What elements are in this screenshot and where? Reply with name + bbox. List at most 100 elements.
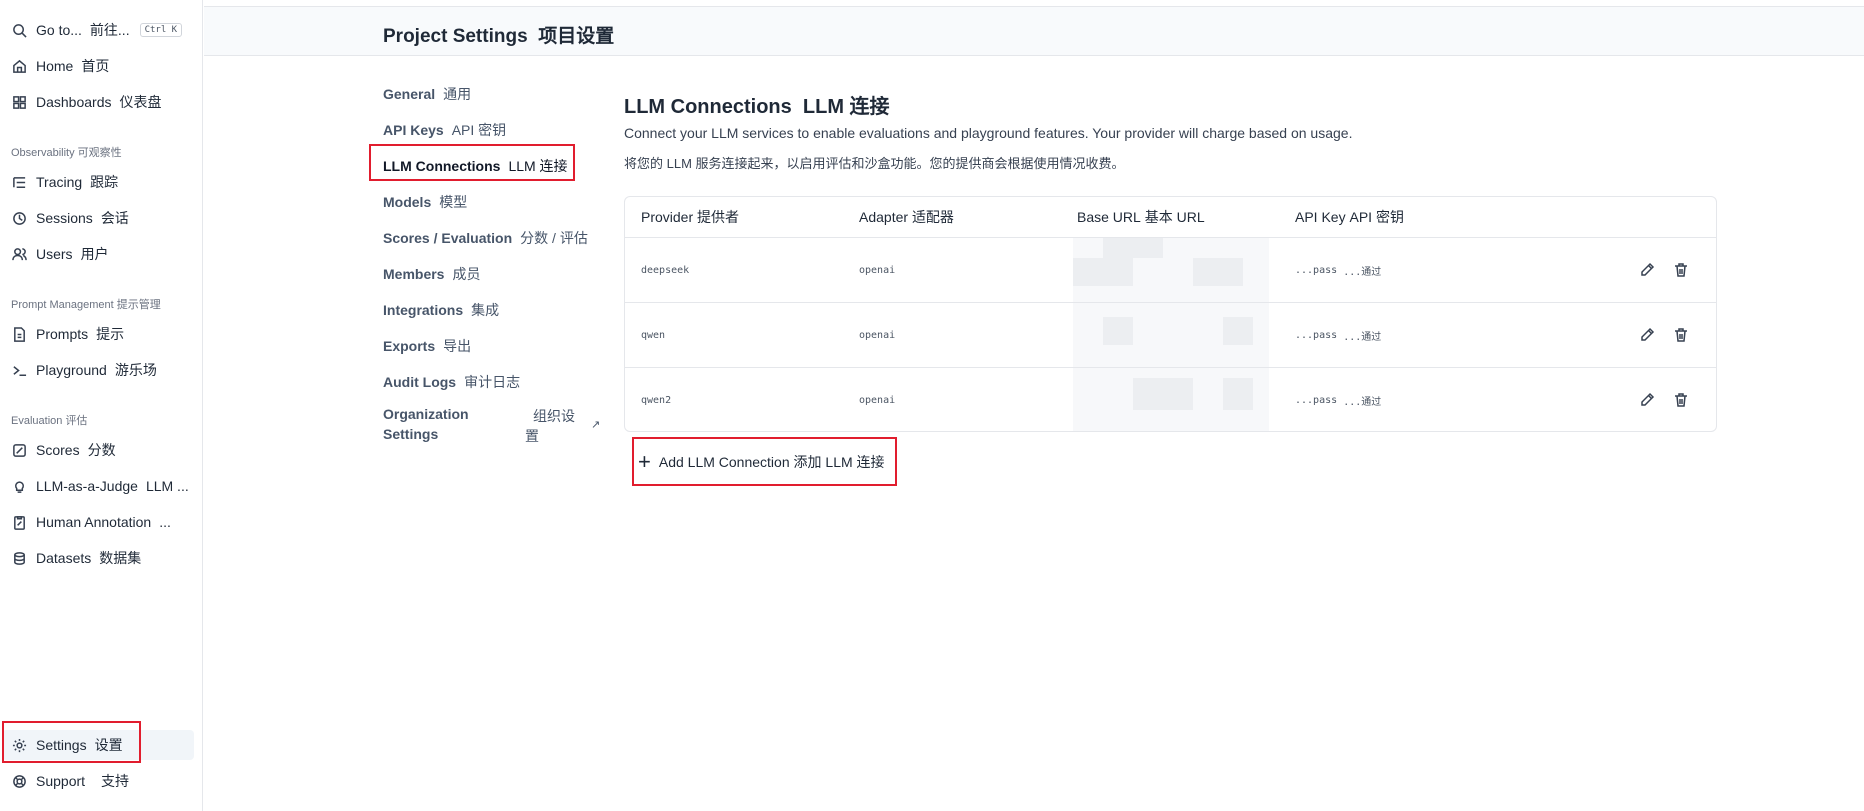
trash-icon xyxy=(1675,263,1687,277)
sidebar-item-sessions[interactable]: Sessions 会话 xyxy=(2,203,194,233)
sidebar-item-label: Dashboards xyxy=(36,94,112,110)
sidebar-item-label-zh: LLM ... xyxy=(145,478,189,494)
sidebar-item-home[interactable]: Home 首页 xyxy=(2,51,194,81)
sidebar-goto[interactable]: Go to... 前往... Ctrl K xyxy=(2,15,194,45)
gear-icon xyxy=(11,737,27,753)
sidebar-item-label: Playground xyxy=(36,362,107,378)
dashboard-grid-icon xyxy=(11,94,27,110)
delete-button[interactable] xyxy=(1670,389,1692,411)
column-header-base-url: Base URL 基本 URL xyxy=(1077,209,1205,225)
settings-nav-general[interactable]: General 通用 xyxy=(383,84,471,104)
settings-nav-scores[interactable]: Scores / Evaluation 分数 / 评估 xyxy=(383,228,588,248)
base-url-redacted xyxy=(1073,238,1269,302)
settings-nav-models[interactable]: Models 模型 xyxy=(383,192,467,212)
page-header: Project Settings 项目设置 xyxy=(204,6,1864,56)
sidebar-goto-label: Go to... xyxy=(36,22,82,38)
table-row: deepseek openai ...pass ...通过 xyxy=(625,237,1716,302)
sidebar-item-label: Settings xyxy=(36,737,87,753)
section-description-zh: 将您的 LLM 服务连接起来，以启用评估和沙盒功能。您的提供商会根据使用情况收费… xyxy=(624,156,1125,171)
file-text-icon xyxy=(11,326,27,342)
api-key-cell: ...pass ...通过 xyxy=(1295,329,1382,343)
pencil-icon xyxy=(1641,392,1655,406)
pencil-icon xyxy=(1641,327,1655,341)
sidebar: Go to... 前往... Ctrl K Home 首页 Dashboards… xyxy=(0,0,203,811)
sidebar-item-label-zh: 设置 xyxy=(94,737,123,753)
add-button-label-zh: 添加 LLM 连接 xyxy=(793,454,885,470)
org-label-line2: Settings xyxy=(383,426,439,442)
sidebar-item-label-zh: 提示 xyxy=(96,326,125,342)
settings-nav-llm-connections[interactable]: LLM Connections LLM 连接 xyxy=(383,156,568,176)
edit-button[interactable] xyxy=(1636,389,1658,411)
settings-nav-audit-logs[interactable]: Audit Logs 审计日志 xyxy=(383,372,520,392)
settings-nav-exports[interactable]: Exports 导出 xyxy=(383,336,471,356)
sidebar-item-label: Users xyxy=(36,246,73,262)
table-row: qwen2 openai ...pass ...通过 xyxy=(625,367,1716,431)
section-description: Connect your LLM services to enable eval… xyxy=(624,125,1353,141)
api-key-cell: ...pass ...通过 xyxy=(1295,264,1382,278)
table-row: qwen openai ...pass ...通过 xyxy=(625,302,1716,367)
sidebar-goto-label-zh: 前往... xyxy=(89,22,130,38)
add-button-label: Add LLM Connection xyxy=(658,454,790,470)
sidebar-item-label-zh: 仪表盘 xyxy=(119,94,162,110)
column-header-provider: Provider 提供者 xyxy=(641,209,740,225)
users-icon xyxy=(11,246,27,262)
sidebar-item-label-zh: 游乐场 xyxy=(114,362,157,378)
delete-button[interactable] xyxy=(1670,324,1692,346)
delete-button[interactable] xyxy=(1670,259,1692,281)
pencil-icon xyxy=(1641,262,1655,276)
external-link-icon: ↗ xyxy=(591,419,601,431)
sidebar-item-llm-as-a-judge[interactable]: LLM-as-a-Judge LLM ... xyxy=(2,471,194,501)
list-tree-icon xyxy=(11,174,27,190)
sidebar-item-label-zh: 支持 xyxy=(101,773,130,789)
clipboard-pen-icon xyxy=(11,514,27,530)
square-check-icon xyxy=(11,442,27,458)
section-title: LLM Connections LLM 连接 xyxy=(624,96,890,118)
search-icon xyxy=(11,22,27,38)
trash-icon xyxy=(1675,328,1687,342)
sidebar-item-settings[interactable]: Settings 设置 xyxy=(2,730,194,760)
sidebar-item-tracing[interactable]: Tracing 跟踪 xyxy=(2,167,194,197)
sidebar-item-support[interactable]: Support 支持 xyxy=(2,766,194,796)
group-label-prompt-management: Prompt Management 提示管理 xyxy=(11,299,161,311)
base-url-redacted xyxy=(1073,368,1269,431)
sidebar-item-label-zh: 数据集 xyxy=(99,550,142,566)
sidebar-item-label: Home xyxy=(36,58,74,74)
page-title: Project Settings 项目设置 xyxy=(383,26,615,47)
settings-nav-api-keys[interactable]: API Keys API 密钥 xyxy=(383,120,506,140)
lightbulb-icon xyxy=(11,478,27,494)
sidebar-item-label: Sessions xyxy=(36,210,93,226)
api-key-cell: ...pass ...通过 xyxy=(1295,394,1382,408)
settings-nav-members[interactable]: Members 成员 xyxy=(383,264,480,284)
provider-cell: qwen2 xyxy=(641,394,672,406)
group-label-observability: Observability 可观察性 xyxy=(11,147,122,159)
sidebar-item-prompts[interactable]: Prompts 提示 xyxy=(2,319,194,349)
edit-button[interactable] xyxy=(1636,259,1658,281)
terminal-icon xyxy=(11,362,27,378)
sidebar-item-label-zh: 会话 xyxy=(100,210,129,226)
provider-cell: deepseek xyxy=(641,264,690,276)
org-label-zh1: 组织设 xyxy=(533,408,575,424)
sidebar-item-label: Tracing xyxy=(36,174,83,190)
edit-button[interactable] xyxy=(1636,324,1658,346)
org-label-zh2: 置 xyxy=(525,428,539,444)
sidebar-item-scores[interactable]: Scores 分数 xyxy=(2,435,194,465)
org-label-line1: Organization xyxy=(383,406,469,422)
base-url-redacted xyxy=(1073,303,1269,367)
add-llm-connection-button[interactable]: + Add LLM Connection 添加 LLM 连接 xyxy=(632,439,896,485)
sidebar-item-users[interactable]: Users 用户 xyxy=(2,239,194,269)
settings-nav-integrations[interactable]: Integrations 集成 xyxy=(383,300,499,320)
adapter-cell: openai xyxy=(859,264,896,276)
sidebar-item-playground[interactable]: Playground 游乐场 xyxy=(2,355,194,385)
sidebar-item-human-annotation[interactable]: Human Annotation ... xyxy=(2,507,194,537)
shortcut-badge: Ctrl K xyxy=(139,23,183,37)
plus-icon: + xyxy=(638,449,651,474)
adapter-cell: openai xyxy=(859,329,896,341)
sidebar-item-label-zh: 用户 xyxy=(80,246,109,262)
sidebar-item-dashboards[interactable]: Dashboards 仪表盘 xyxy=(2,87,194,117)
column-header-adapter: Adapter 适配器 xyxy=(859,209,954,225)
sidebar-item-label: Prompts xyxy=(36,326,89,342)
sidebar-item-label-zh: 跟踪 xyxy=(90,174,119,190)
sidebar-item-datasets[interactable]: Datasets 数据集 xyxy=(2,543,194,573)
sidebar-item-label: Human Annotation xyxy=(36,514,152,530)
sidebar-item-label: Scores xyxy=(36,442,80,458)
